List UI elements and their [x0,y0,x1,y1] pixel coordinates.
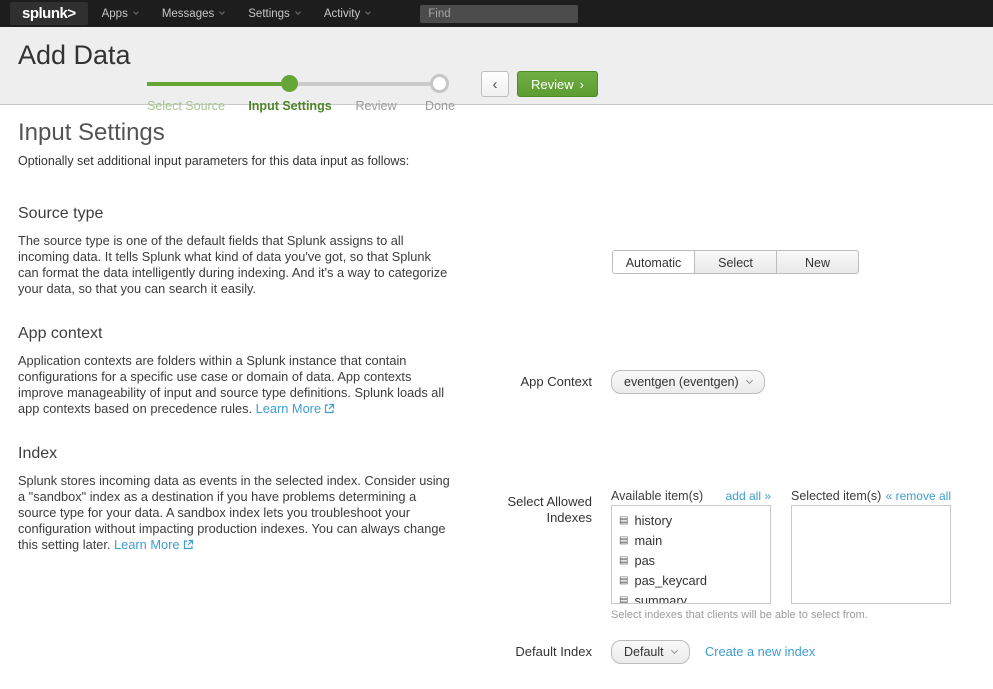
nav-menu-apps-label: Apps [102,8,128,20]
learn-more-label: Learn More [256,401,321,416]
progress-circle-done-step [430,74,449,93]
index-item-label: main [634,531,662,551]
splunk-logo-text: splunk> [22,5,76,22]
chevron-down-icon [295,9,301,15]
chevron-down-icon [671,647,678,654]
index-list-item[interactable]: ▤ pas_keycard [619,571,763,591]
progress-line-completed [147,82,290,86]
default-index-label: Default Index [442,640,592,664]
app-context-heading: App context [18,325,103,343]
nav-menu-activity-label: Activity [324,8,360,20]
index-list-item[interactable]: ▤ pas [619,551,763,571]
source-type-option-select[interactable]: Select [694,250,777,274]
available-items-header: Available item(s) [611,489,703,503]
selected-indexes-listbox[interactable] [791,505,951,604]
index-item-label: pas [634,551,655,571]
app-context-dropdown-value: eventgen (eventgen) [624,375,739,389]
source-type-option-new[interactable]: New [776,250,859,274]
nav-menu-messages-label: Messages [162,8,214,20]
selected-items-header: Selected item(s) [791,489,881,503]
nav-menu-activity[interactable]: Activity [324,8,370,20]
index-item-icon: ▤ [619,516,628,526]
top-nav-bar: splunk> Apps Messages Settings Activity [0,0,993,27]
chevron-right-icon: › [580,77,584,92]
index-item-icon: ▤ [619,596,628,604]
back-button[interactable]: ‹ [481,71,509,97]
learn-more-label: Learn More [114,537,179,552]
create-new-index-link[interactable]: Create a new index [705,640,815,664]
external-link-icon [324,403,335,414]
index-description: Splunk stores incoming data as events in… [18,473,454,553]
page-title: Input Settings [18,119,165,147]
app-context-description-text: Application contexts are folders within … [18,353,444,416]
nav-menu-settings[interactable]: Settings [248,8,300,20]
app-context-dropdown[interactable]: eventgen (eventgen) [611,370,765,394]
nav-menu-settings-label: Settings [248,8,290,20]
splunk-logo[interactable]: splunk> [10,2,88,25]
available-items-header-row: Available item(s) add all » [611,489,771,503]
chevron-down-icon [133,9,139,15]
index-heading: Index [18,445,57,463]
app-context-learn-more-link[interactable]: Learn More [256,401,335,416]
index-item-icon: ▤ [619,576,628,586]
source-type-heading: Source type [18,205,103,223]
add-all-link[interactable]: add all » [726,489,771,503]
index-list-item[interactable]: ▤ summary [619,591,763,604]
index-item-label: pas_keycard [634,571,707,591]
add-data-header: Add Data Select Source Input Settings Re… [0,27,993,105]
chevron-down-icon [365,9,371,15]
available-indexes-listbox[interactable]: ▤ history ▤ main ▤ pas ▤ pas_keycard ▤ s… [611,505,771,604]
select-allowed-indexes-label: Select Allowed Indexes [492,494,592,526]
index-item-label: summary [634,591,687,604]
chevron-down-icon [746,377,753,384]
external-link-icon [183,539,194,550]
select-indexes-helper-text: Select indexes that clients will be able… [611,609,868,621]
nav-menu-apps[interactable]: Apps [102,8,138,20]
review-next-button[interactable]: Review › [517,71,598,97]
index-description-text: Splunk stores incoming data as events in… [18,473,450,552]
index-item-label: history [634,511,672,531]
index-learn-more-link[interactable]: Learn More [114,537,193,552]
remove-all-link[interactable]: « remove all [886,489,951,503]
index-item-icon: ▤ [619,556,628,566]
default-index-dropdown-value: Default [624,645,664,659]
source-type-description: The source type is one of the default fi… [18,233,454,297]
find-search-input[interactable] [420,5,578,23]
nav-menu-messages[interactable]: Messages [162,8,224,20]
index-list-item[interactable]: ▤ history [619,511,763,531]
source-type-segmented-control: Automatic Select New [612,250,859,274]
index-item-icon: ▤ [619,536,628,546]
index-list-item[interactable]: ▤ main [619,531,763,551]
app-context-field-label: App Context [442,370,592,394]
selected-items-header-row: Selected item(s) « remove all [791,489,951,503]
chevron-down-icon [219,9,225,15]
progress-dot-current-step [281,75,298,92]
app-context-description: Application contexts are folders within … [18,353,454,417]
source-type-option-automatic[interactable]: Automatic [612,250,695,274]
page-subtitle: Optionally set additional input paramete… [18,154,409,168]
review-button-label: Review [531,77,574,92]
top-nav-menus: Apps Messages Settings Activity [102,8,395,20]
default-index-dropdown[interactable]: Default [611,640,690,664]
input-settings-content: Input Settings Optionally set additional… [0,105,993,689]
page-header-title: Add Data [18,40,131,71]
progress-line-remaining [290,82,440,86]
